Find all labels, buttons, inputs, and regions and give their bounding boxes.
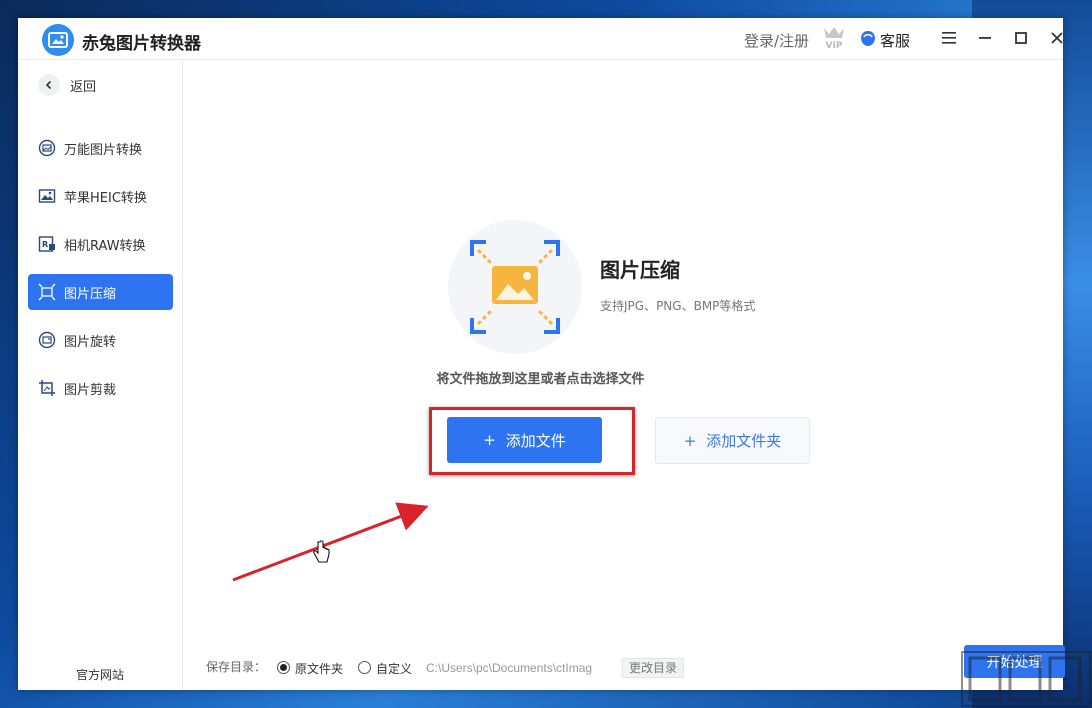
login-register-link[interactable]: 登录/注册 <box>744 30 809 51</box>
menu-icon[interactable] <box>939 28 959 48</box>
sidebar-item-label: 万能图片转换 <box>64 142 143 158</box>
sidebar-item-heic[interactable]: 苹果HEIC转换 <box>28 178 173 214</box>
save-directory-label: 保存目录： <box>206 660 267 674</box>
change-directory-button[interactable]: 更改目录 <box>622 658 685 678</box>
hand-cursor-icon <box>313 540 330 563</box>
feature-title: 图片压缩 <box>600 258 680 282</box>
minimize-icon[interactable] <box>975 28 995 48</box>
back-label: 返回 <box>70 79 97 95</box>
annotation-arrow <box>232 502 429 582</box>
drop-zone[interactable]: 将文件拖放到这里或者点击选择文件 <box>18 368 1063 387</box>
sidebar-item-universal-convert[interactable]: 万能图片转换 <box>28 130 173 166</box>
maximize-icon[interactable] <box>1011 28 1031 48</box>
sidebar-item-label: 图片压缩 <box>64 286 117 302</box>
rotate-icon <box>38 331 56 349</box>
sidebar-item-rotate[interactable]: 图片旋转 <box>28 322 173 358</box>
back-button[interactable]: 返回 <box>38 74 96 96</box>
app-window: 赤兔图片转换器 登录/注册 VIP 客服 返回 万能图片转换 苹果HEIC转换 … <box>18 18 1065 690</box>
plus-icon: + <box>683 431 697 450</box>
compress-icon <box>38 283 56 301</box>
radio-original-folder[interactable] <box>277 661 290 674</box>
title-bar: 赤兔图片转换器 登录/注册 VIP 客服 <box>18 18 1063 60</box>
feature-description: 支持JPG、PNG、BMP等格式 <box>600 299 756 313</box>
add-folder-button[interactable]: + 添加文件夹 <box>655 417 810 464</box>
official-website-link[interactable]: 官方网站 <box>76 666 124 683</box>
sidebar-item-label: 苹果HEIC转换 <box>64 190 147 206</box>
add-folder-label: 添加文件夹 <box>706 432 782 450</box>
svg-text:R: R <box>42 240 48 249</box>
image-compress-icon <box>470 240 560 334</box>
close-icon[interactable] <box>1047 28 1067 48</box>
raw-icon: R <box>38 235 56 253</box>
chevron-left-icon <box>38 74 60 96</box>
save-path: C:\Users\pc\Documents\ctImag <box>426 661 593 675</box>
customer-service-label[interactable]: 客服 <box>880 30 910 51</box>
sidebar-item-label: 相机RAW转换 <box>64 238 146 254</box>
vip-crown-icon[interactable]: VIP <box>821 24 847 51</box>
radio-custom-label[interactable]: 自定义 <box>376 660 412 677</box>
sidebar-item-label: 图片旋转 <box>64 334 117 350</box>
customer-service-icon[interactable] <box>860 30 876 48</box>
heic-icon <box>38 187 56 205</box>
radio-custom[interactable] <box>358 661 371 674</box>
app-title: 赤兔图片转换器 <box>82 34 201 54</box>
annotation-highlight-box <box>429 407 635 475</box>
app-logo-icon <box>42 24 74 56</box>
svg-text:VIP: VIP <box>826 41 843 50</box>
drop-hint: 将文件拖放到这里或者点击选择文件 <box>436 372 645 387</box>
watermark-logo <box>961 651 1091 707</box>
radio-original-folder-label[interactable]: 原文件夹 <box>295 660 343 677</box>
sidebar-item-raw[interactable]: R 相机RAW转换 <box>28 226 173 262</box>
feature-illustration <box>448 220 582 354</box>
sidebar-item-compress[interactable]: 图片压缩 <box>28 274 173 310</box>
universal-convert-icon <box>38 139 56 157</box>
